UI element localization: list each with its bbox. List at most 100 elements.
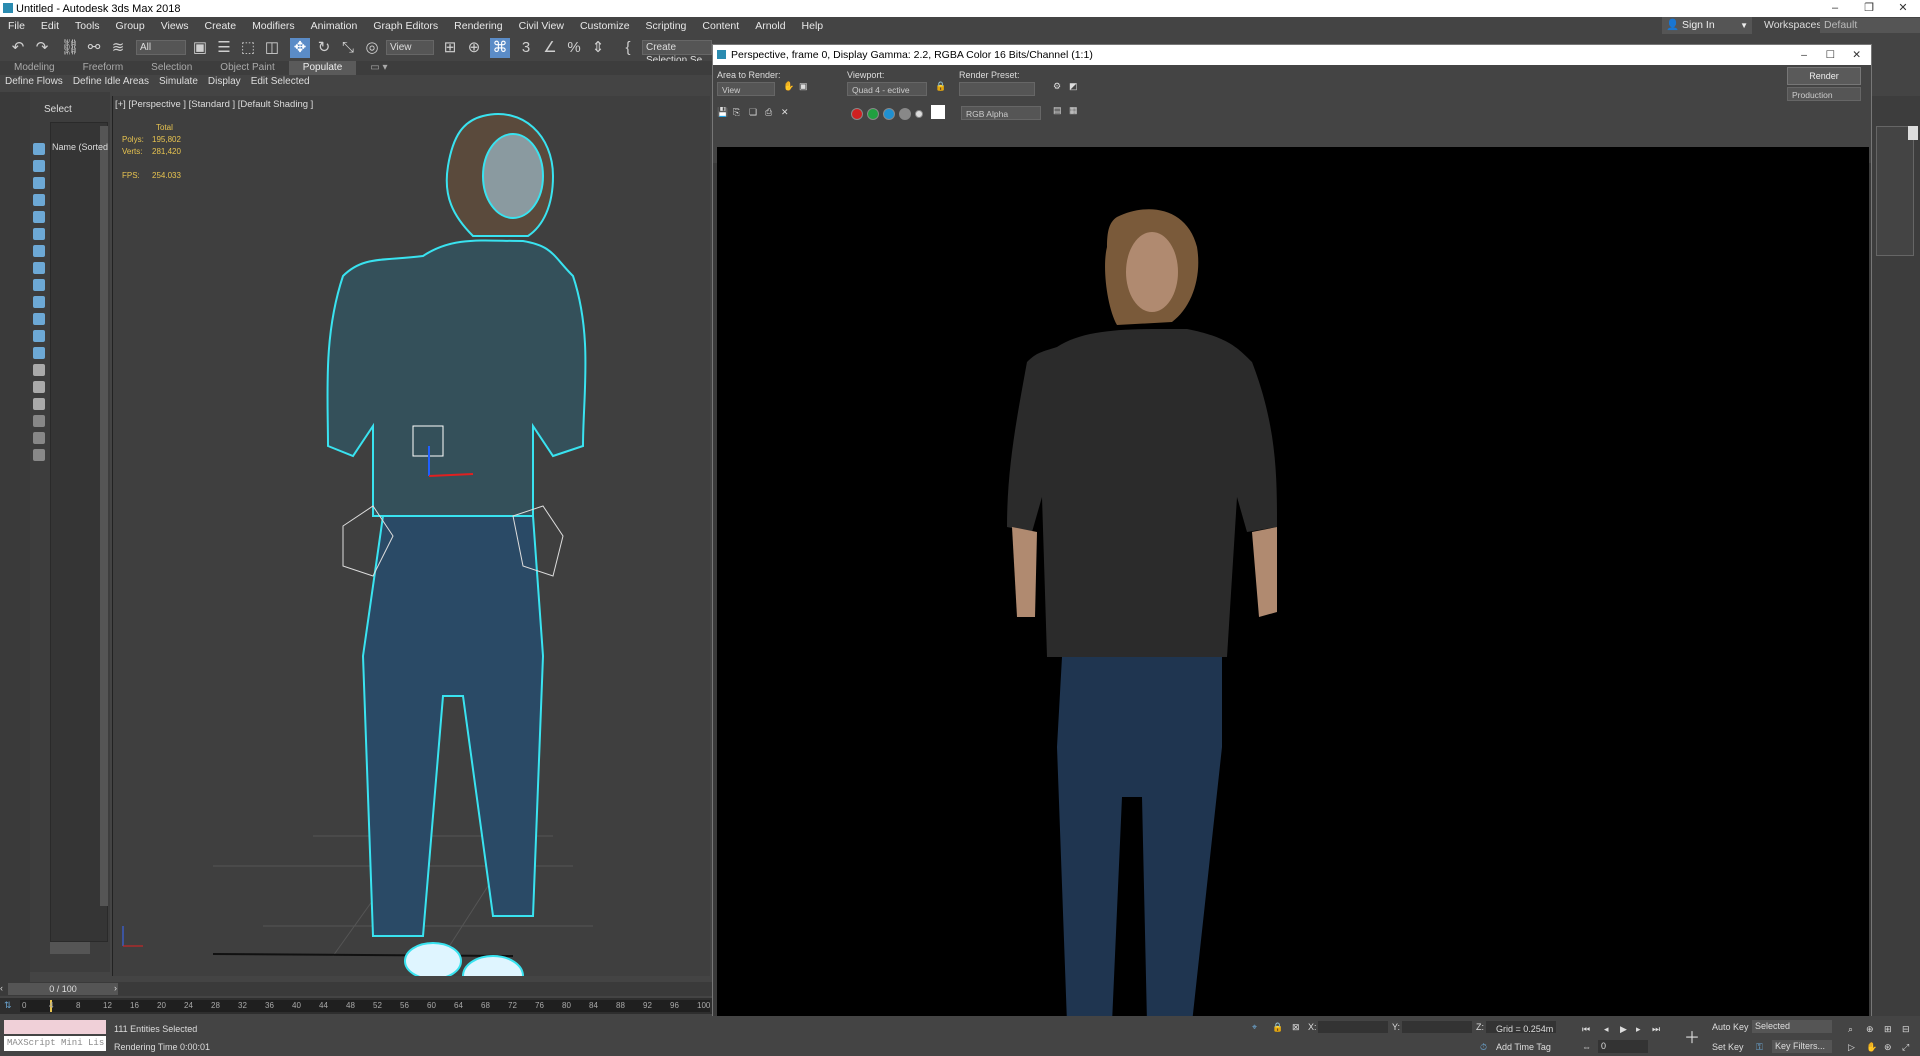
selection-lock-icon[interactable]: 🔒 <box>1272 1022 1283 1033</box>
menu-views[interactable]: Views <box>153 20 197 32</box>
fov-icon[interactable]: ▷ <box>1848 1042 1855 1053</box>
time-slider[interactable]: 0 / 100 ‹ › <box>0 982 712 996</box>
render-button[interactable]: Render <box>1787 67 1861 85</box>
shapes-icon[interactable] <box>33 177 45 189</box>
undo-icon[interactable]: ↶ <box>8 38 28 58</box>
display-button[interactable]: Display <box>203 75 246 89</box>
snaps-toggle-icon[interactable]: 3 <box>516 38 536 58</box>
minimize-icon[interactable]: – <box>1801 45 1807 65</box>
cameras-icon[interactable] <box>33 211 45 223</box>
layer-icon[interactable] <box>33 449 45 461</box>
copy-image-icon[interactable]: ⎘ <box>733 107 740 118</box>
rect-selection-icon[interactable]: ⬚ <box>238 38 258 58</box>
edit-named-sel-icon[interactable]: { <box>618 38 638 58</box>
define-idle-areas-button[interactable]: Define Idle Areas <box>68 75 154 89</box>
menu-file[interactable]: File <box>0 20 33 32</box>
maximize-icon[interactable]: ☐ <box>1826 45 1835 65</box>
select-move-icon[interactable]: ✥ <box>290 38 310 58</box>
set-key-button[interactable]: Set Key <box>1712 1042 1744 1052</box>
ribbon-tab-selection[interactable]: Selection <box>137 61 206 75</box>
select-manipulate-icon[interactable]: ⊕ <box>464 38 484 58</box>
perspective-viewport[interactable] <box>112 96 710 976</box>
invert-icon[interactable] <box>33 381 45 393</box>
xrefs-icon[interactable] <box>33 279 45 291</box>
filter-icon[interactable] <box>33 415 45 427</box>
link-icon[interactable]: ⛓ <box>60 38 80 58</box>
track-bar[interactable]: ⇅ 0 4 8 12 16 20 24 28 32 36 40 44 48 52 56 60 64 68 72 76 8… <box>0 998 712 1014</box>
lock-icon[interactable]: 🔒 <box>935 81 946 92</box>
workspace-value[interactable]: Default <box>1820 18 1920 33</box>
percent-snap-icon[interactable]: % <box>564 38 584 58</box>
selection-filter-dropdown[interactable]: All <box>136 40 186 55</box>
place-icon[interactable]: ◎ <box>362 38 382 58</box>
groups-icon[interactable] <box>33 262 45 274</box>
restore-icon[interactable]: ❐ <box>1852 0 1886 17</box>
select-scale-icon[interactable]: ⤡ <box>338 38 358 58</box>
zoom-all-icon[interactable]: ⊕ <box>1866 1024 1874 1035</box>
simulate-button[interactable]: Simulate <box>154 75 203 89</box>
y-coord-field[interactable] <box>1402 1021 1472 1033</box>
command-panel-content[interactable] <box>1876 126 1914 256</box>
funnel-icon[interactable] <box>33 432 45 444</box>
spinner-snap-icon[interactable]: ⇕ <box>588 38 608 58</box>
alpha-channel-icon[interactable] <box>899 108 911 120</box>
zoom-extents-all-icon[interactable]: ⊟ <box>1902 1024 1910 1035</box>
menu-rendering[interactable]: Rendering <box>446 20 510 32</box>
track-bar-keys[interactable] <box>20 1000 710 1012</box>
time-slider-thumb[interactable]: 0 / 100 <box>8 983 118 995</box>
zoom-icon[interactable]: ⌕ <box>1848 1024 1853 1035</box>
space-warps-icon[interactable] <box>33 245 45 257</box>
select-rotate-icon[interactable]: ↻ <box>314 38 334 58</box>
auto-region-icon[interactable]: ▣ <box>799 81 808 92</box>
bones-icon[interactable] <box>33 296 45 308</box>
key-filters-button[interactable]: Key Filters... <box>1772 1040 1832 1053</box>
menu-content[interactable]: Content <box>694 20 747 32</box>
zoom-extents-icon[interactable]: ⊞ <box>1884 1024 1892 1035</box>
workspaces-selector[interactable]: Workspaces: Default <box>1764 17 1920 34</box>
ribbon-tab-populate[interactable]: Populate <box>288 61 357 75</box>
next-key-icon[interactable]: ▸ <box>1636 1024 1641 1035</box>
save-image-icon[interactable]: 💾 <box>717 107 728 118</box>
select-object-icon[interactable]: ▣ <box>190 38 210 58</box>
ref-coord-dropdown[interactable]: View <box>386 40 434 55</box>
frozen-icon[interactable] <box>33 330 45 342</box>
blue-channel-icon[interactable] <box>883 108 895 120</box>
menu-create[interactable]: Create <box>197 20 245 32</box>
add-time-tag[interactable]: Add Time Tag <box>1496 1042 1551 1052</box>
menu-civil-view[interactable]: Civil View <box>511 20 572 32</box>
close-icon[interactable]: ✕ <box>1886 0 1920 17</box>
menu-edit[interactable]: Edit <box>33 20 67 32</box>
auto-key-button[interactable]: Auto Key <box>1712 1022 1749 1032</box>
time-tag-icon[interactable]: ⏱ <box>1480 1042 1487 1053</box>
geometry-icon[interactable] <box>33 160 45 172</box>
window-crossing-icon[interactable]: ◫ <box>262 38 282 58</box>
menu-customize[interactable]: Customize <box>572 20 638 32</box>
bind-space-warp-icon[interactable]: ≋ <box>108 38 128 58</box>
select-by-name-icon[interactable]: ☰ <box>214 38 234 58</box>
area-to-render-dropdown[interactable]: View <box>717 82 775 96</box>
toggle-ui-icon[interactable]: ▦ <box>1069 105 1078 116</box>
green-channel-icon[interactable] <box>867 108 879 120</box>
toggle-ui-overlay-icon[interactable]: ▤ <box>1053 105 1062 116</box>
go-to-start-icon[interactable]: ⏮ <box>1582 1024 1590 1035</box>
print-icon[interactable]: ⎙ <box>765 107 772 118</box>
render-mode-dropdown[interactable]: Production <box>1787 87 1861 101</box>
menu-scripting[interactable]: Scripting <box>638 20 695 32</box>
isolate-icon[interactable]: ⌖ <box>1252 1022 1257 1033</box>
define-flows-button[interactable]: Define Flows <box>0 75 68 89</box>
next-frame-icon[interactable]: › <box>114 983 117 993</box>
menu-tools[interactable]: Tools <box>67 20 108 32</box>
angle-snap-icon[interactable]: ∠ <box>540 38 560 58</box>
x-coord-field[interactable] <box>1318 1021 1388 1033</box>
go-to-end-icon[interactable]: ⏭ <box>1652 1024 1660 1035</box>
create-selection-set-dropdown[interactable]: Create Selection Se <box>642 40 712 66</box>
render-setup-icon[interactable]: ⚙ <box>1053 81 1061 92</box>
sign-in-button[interactable]: 👤 Sign In ▼ <box>1662 17 1752 34</box>
menu-arnold[interactable]: Arnold <box>747 20 793 32</box>
close-icon[interactable]: ✕ <box>1852 45 1861 65</box>
key-set-dropdown[interactable]: Selected <box>1752 1020 1832 1033</box>
absolute-mode-icon[interactable]: ⊠ <box>1292 1022 1300 1033</box>
add-key-icon[interactable]: ＋ <box>1684 1024 1700 1048</box>
pivot-icon[interactable]: ⊞ <box>440 38 460 58</box>
key-mode-icon[interactable]: ⇔ <box>1582 1042 1591 1052</box>
